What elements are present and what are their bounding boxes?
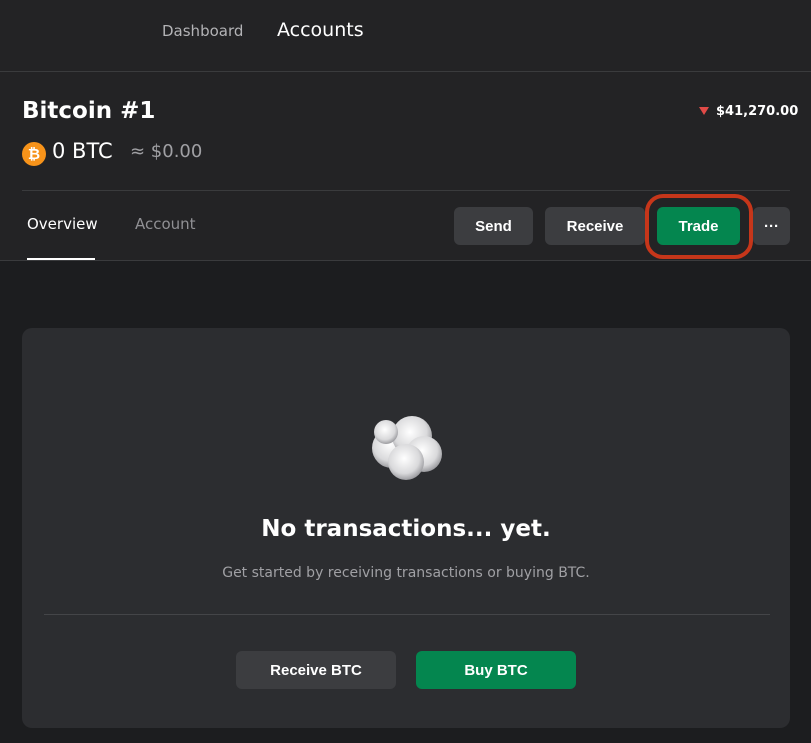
nav-accounts-link[interactable]: Accounts (277, 19, 364, 41)
top-navigation-bar: Dashboard Accounts (0, 0, 811, 72)
tab-overview[interactable]: Overview (27, 215, 98, 233)
empty-state-title: No transactions... yet. (261, 516, 551, 542)
cloud-icon (372, 416, 442, 480)
btc-price: $41,270.00 (716, 104, 799, 119)
account-balance: 0 BTC (52, 139, 113, 163)
account-header: Bitcoin #1 ₿ 0 BTC ≈ $0.00 $41,270.00 Ov… (0, 72, 811, 261)
send-button[interactable]: Send (454, 207, 533, 245)
active-tab-indicator (27, 258, 95, 260)
buy-btc-button[interactable]: Buy BTC (416, 651, 576, 689)
trade-button[interactable]: Trade (657, 207, 740, 245)
bitcoin-icon: ₿ (22, 142, 46, 166)
more-options-button[interactable]: ··· (753, 207, 790, 245)
fiat-balance: ≈ $0.00 (130, 141, 203, 162)
empty-state-subtitle: Get started by receiving transactions or… (222, 565, 590, 581)
nav-dashboard-link[interactable]: Dashboard (162, 22, 243, 40)
receive-btc-button[interactable]: Receive BTC (236, 651, 396, 689)
receive-button[interactable]: Receive (545, 207, 645, 245)
card-divider (44, 614, 770, 615)
header-divider (22, 190, 790, 191)
down-arrow-icon (699, 107, 709, 115)
tab-account[interactable]: Account (135, 215, 196, 233)
empty-transactions-card: No transactions... yet. Get started by r… (22, 328, 790, 728)
account-title: Bitcoin #1 (22, 98, 156, 124)
